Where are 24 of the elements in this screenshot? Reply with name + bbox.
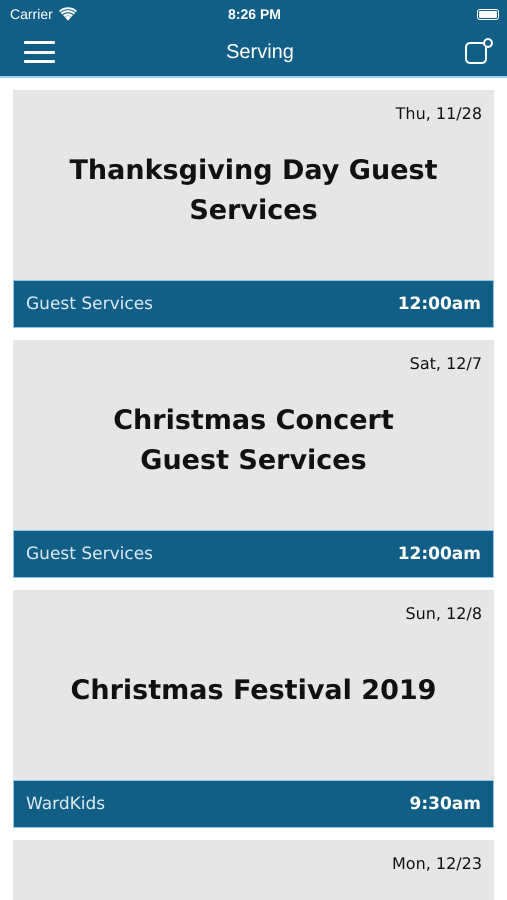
event-date: Sat, 12/7 <box>408 354 482 373</box>
event-title: Christmas Festival 2019 <box>70 674 438 708</box>
status-time: 8:26 PM <box>227 6 282 22</box>
event-card[interactable]: Sat, 12/7 Christmas Concert Guest Services <box>13 340 494 530</box>
event-date: Sun, 12/8 <box>404 604 482 623</box>
event-date: Thu, 11/28 <box>394 104 482 123</box>
event-date: Mon, 12/23 <box>390 854 482 873</box>
event-title: Christmas Concert Guest Services <box>112 404 395 478</box>
menu-icon[interactable] <box>24 41 55 63</box>
event-card[interactable]: Mon, 12/23 <box>13 840 494 900</box>
carrier-label: Carrier <box>10 6 53 22</box>
event-time: 9:30am <box>410 794 481 814</box>
wifi-icon <box>58 7 77 21</box>
team-name: WardKids <box>26 794 106 814</box>
event-time: 12:00am <box>398 294 481 314</box>
event-title: Thanksgiving Day Guest Services <box>68 154 438 228</box>
team-name: Guest Services <box>26 294 154 314</box>
event-time: 12:00am <box>398 544 481 564</box>
team-name: Guest Services <box>26 544 154 564</box>
battery-icon <box>477 8 499 20</box>
event-card[interactable]: Thu, 11/28 Thanksgiving Day Guest Services <box>13 90 494 280</box>
event-card[interactable]: Sun, 12/8 Christmas Festival 2019 <box>13 590 494 780</box>
page-title: Serving <box>226 40 294 64</box>
notification-icon[interactable] <box>465 38 493 66</box>
